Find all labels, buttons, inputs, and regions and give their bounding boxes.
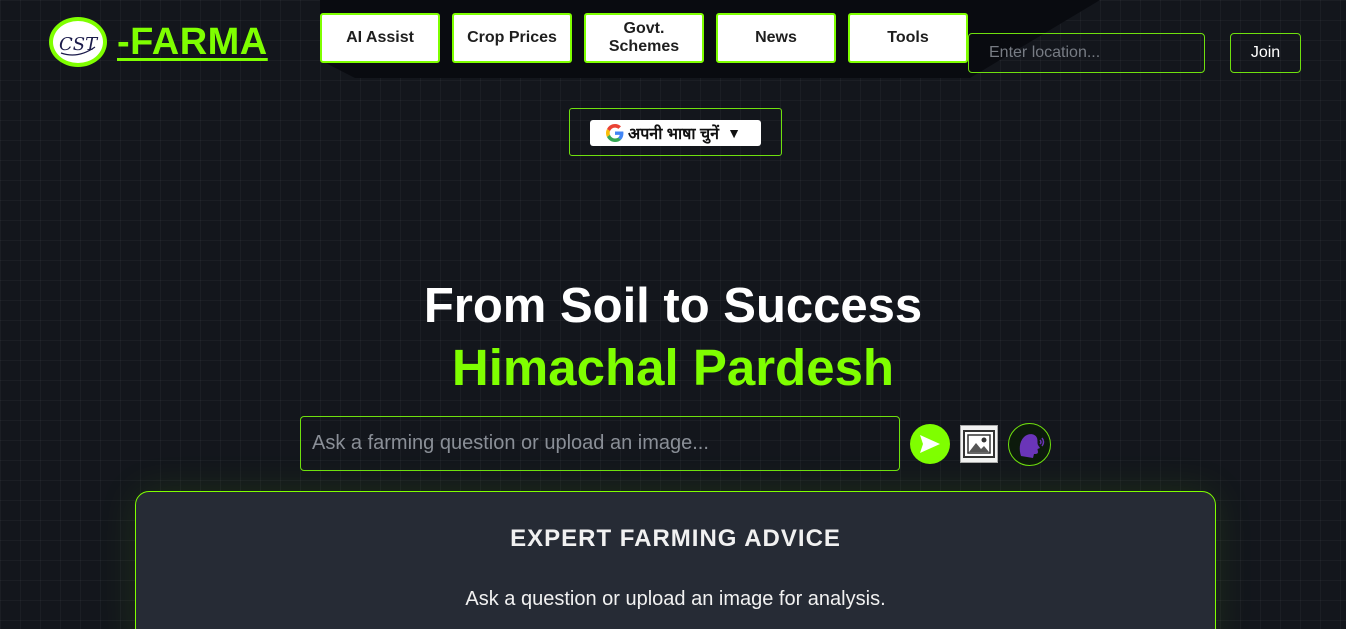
nav-ai-assist-button[interactable]: AI Assist xyxy=(320,13,440,63)
google-g-icon xyxy=(606,124,624,142)
image-upload-icon xyxy=(963,430,995,458)
logo-mark-icon: CST xyxy=(59,34,99,56)
image-upload-button[interactable] xyxy=(960,425,998,463)
nav-tools-button[interactable]: Tools xyxy=(848,13,968,63)
voice-speaking-head-icon xyxy=(1019,433,1044,458)
advice-message: Ask a question or upload an image for an… xyxy=(465,588,886,610)
hero-subtitle: Himachal Pardesh xyxy=(451,339,895,396)
send-arrow-icon xyxy=(920,435,940,453)
brand-name[interactable]: -FARMA xyxy=(117,21,268,64)
main-nav: AI Assist Crop Prices Govt. Schemes News… xyxy=(320,13,968,63)
expert-advice-card: EXPERT FARMING ADVICE Ask a question or … xyxy=(135,491,1216,629)
hero-title: From Soil to Success xyxy=(423,279,923,333)
join-button[interactable]: Join xyxy=(1230,33,1301,73)
nav-news-button[interactable]: News xyxy=(716,13,836,63)
farming-question-input[interactable] xyxy=(300,416,900,471)
voice-input-button[interactable] xyxy=(1008,423,1051,466)
nav-crop-prices-button[interactable]: Crop Prices xyxy=(452,13,572,63)
svg-text:CST: CST xyxy=(59,34,99,55)
location-input[interactable] xyxy=(968,33,1205,73)
nav-govt-schemes-button[interactable]: Govt. Schemes xyxy=(584,13,704,63)
logo-mark: CST xyxy=(49,17,107,67)
language-label: अपनी भाषा चुनें xyxy=(628,126,720,143)
language-select[interactable]: अपनी भाषा चुनें ▼ xyxy=(590,120,761,146)
logo[interactable]: CST -FARMA xyxy=(49,17,268,67)
send-button[interactable] xyxy=(910,424,950,464)
advice-title: EXPERT FARMING ADVICE xyxy=(510,525,841,552)
chevron-down-icon: ▼ xyxy=(727,125,741,141)
language-selector-box: अपनी भाषा चुनें ▼ xyxy=(569,108,782,156)
